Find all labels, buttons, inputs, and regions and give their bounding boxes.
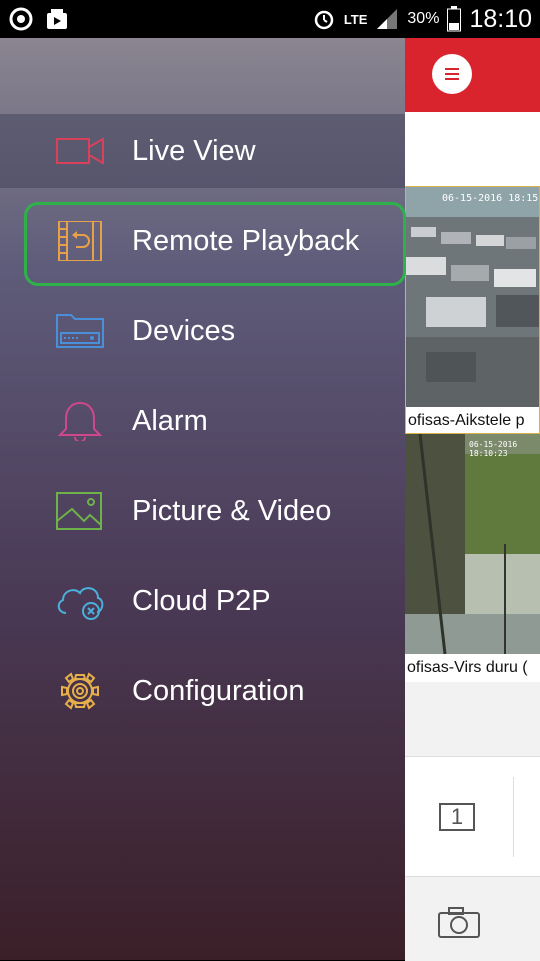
hamburger-icon <box>445 68 459 80</box>
menu-item-label: Configuration <box>132 675 305 707</box>
battery-percent: 30% <box>407 10 440 27</box>
menu-item-label: Picture & Video <box>132 495 332 527</box>
layout-bar: 1 <box>405 756 540 877</box>
picture-icon <box>56 492 102 530</box>
cloud-icon <box>57 587 104 620</box>
gear-icon <box>61 672 99 710</box>
alarm-clock-icon <box>314 10 334 30</box>
media-icon <box>47 9 67 29</box>
sync-icon <box>9 7 33 31</box>
menu-item-picture-video[interactable]: Picture & Video <box>0 466 405 556</box>
menu-item-devices[interactable]: Devices <box>0 286 405 376</box>
clock: 18:10 <box>469 4 532 33</box>
layout-count: 1 <box>450 804 464 829</box>
battery-icon <box>447 6 462 32</box>
bell-icon <box>57 401 103 441</box>
menu-item-configuration[interactable]: Configuration <box>0 646 405 736</box>
menu-button[interactable] <box>432 54 472 94</box>
camera-feed-image <box>405 434 540 654</box>
feed-timestamp: 06-15-2016 18:15 <box>442 193 539 204</box>
camera-feed[interactable]: 06-15-2016 18:15 ofisas-Aikstele p <box>405 186 540 434</box>
camera-feed[interactable]: 06-15-2016 18:10:23 ofisas-Virs duru ( <box>405 434 540 682</box>
status-bar: LTE 30% 18:10 <box>0 0 540 38</box>
menu-item-cloud-p2p[interactable]: Cloud P2P <box>0 556 405 646</box>
app-toolbar <box>405 112 540 186</box>
feed-label: ofisas-Aikstele p <box>406 407 539 433</box>
feed-label: ofisas-Virs duru ( <box>405 654 540 682</box>
menu-item-label: Cloud P2P <box>132 585 271 617</box>
single-layout-button[interactable]: 1 <box>439 803 475 831</box>
signal-icon <box>377 9 398 29</box>
app-header <box>405 38 540 112</box>
divider <box>513 777 514 857</box>
network-type: LTE <box>343 11 368 27</box>
video-camera-icon <box>56 137 104 165</box>
menu-item-label: Live View <box>132 135 256 167</box>
feed-timestamp: 06-15-2016 18:10:23 <box>469 440 518 458</box>
menu-item-live-view[interactable]: Live View <box>0 106 405 196</box>
navigation-drawer: Live View Remote Playback Devices Alarm … <box>0 38 406 960</box>
dvr-device-icon <box>56 314 104 348</box>
action-bar <box>405 876 540 961</box>
menu-item-label: Devices <box>132 315 236 347</box>
menu-item-label: Alarm <box>132 405 208 437</box>
selection-highlight <box>24 202 406 286</box>
camera-feed-image <box>406 187 539 407</box>
menu-item-alarm[interactable]: Alarm <box>0 376 405 466</box>
camera-icon[interactable] <box>437 905 481 939</box>
